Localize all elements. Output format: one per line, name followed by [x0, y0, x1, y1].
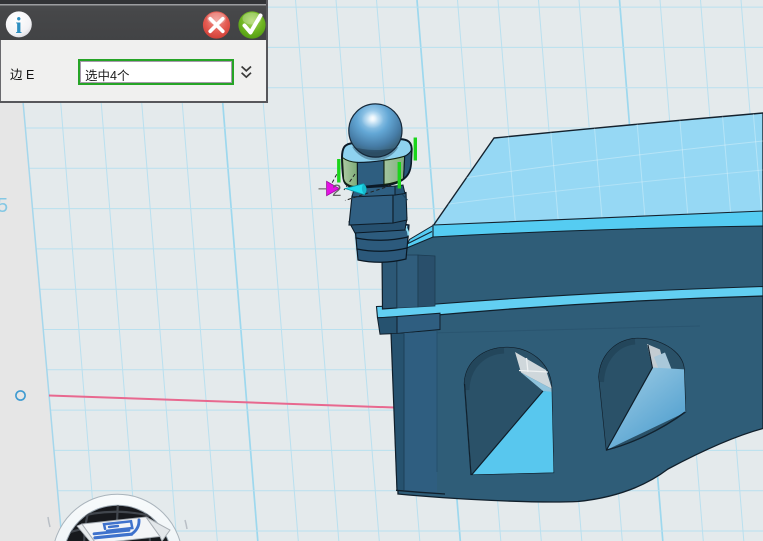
svg-text:2: 2: [332, 181, 341, 200]
svg-text:5: 5: [0, 195, 8, 217]
svg-text:i: i: [16, 13, 23, 38]
